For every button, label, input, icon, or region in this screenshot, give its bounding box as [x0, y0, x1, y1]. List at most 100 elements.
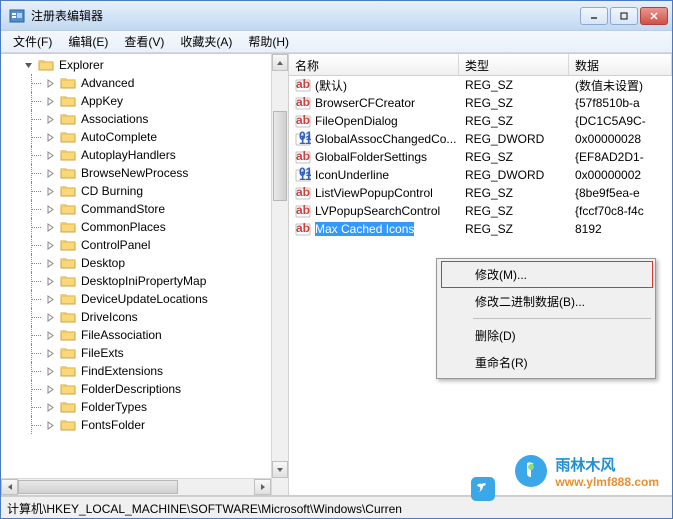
tree-node[interactable]: FolderDescriptions — [19, 380, 288, 398]
tree-label: CommandStore — [79, 202, 167, 216]
scroll-thumb-h[interactable] — [18, 480, 178, 494]
folder-icon — [60, 364, 76, 378]
tree-node[interactable]: Desktop — [19, 254, 288, 272]
tree-expand-icon[interactable] — [43, 202, 57, 216]
reg-sz-icon: ab — [295, 221, 311, 237]
menu-help[interactable]: 帮助(H) — [240, 31, 297, 52]
tree-expand-icon[interactable] — [43, 400, 57, 414]
reg-sz-icon: ab — [295, 185, 311, 201]
close-button[interactable] — [640, 7, 668, 25]
tree-node[interactable]: Associations — [19, 110, 288, 128]
tree-node[interactable]: FileAssociation — [19, 326, 288, 344]
tree-expand-icon[interactable] — [43, 292, 57, 306]
tree-node[interactable]: DesktopIniPropertyMap — [19, 272, 288, 290]
menu-file[interactable]: 文件(F) — [5, 31, 60, 52]
list-row[interactable]: abLVPopupSearchControlREG_SZ{fccf70c8-f4… — [289, 202, 672, 220]
tree-label: Desktop — [79, 256, 127, 270]
tree-expand-icon[interactable] — [43, 112, 57, 126]
tree-expand-icon[interactable] — [43, 94, 57, 108]
tree-node[interactable]: FileExts — [19, 344, 288, 362]
ctx-modify[interactable]: 修改(M)... — [441, 261, 653, 288]
folder-icon — [60, 238, 76, 252]
tree-expand-icon[interactable] — [43, 76, 57, 90]
tree-expand-icon[interactable] — [43, 184, 57, 198]
list-row[interactable]: abGlobalFolderSettingsREG_SZ{EF8AD2D1- — [289, 148, 672, 166]
scroll-left-button[interactable] — [1, 479, 18, 495]
column-header-name[interactable]: 名称 — [289, 54, 459, 75]
tree-node-root[interactable]: Explorer — [1, 56, 288, 74]
ctx-modify-binary[interactable]: 修改二进制数据(B)... — [441, 288, 653, 315]
tree-node[interactable]: Advanced — [19, 74, 288, 92]
tree-node[interactable]: AppKey — [19, 92, 288, 110]
folder-icon — [60, 112, 76, 126]
tree-panel[interactable]: Explorer AdvancedAppKeyAssociations AutoCo… — [1, 54, 289, 495]
value-name: GlobalAssocChangedCo... — [315, 132, 456, 146]
tree-expand-icon[interactable] — [43, 220, 57, 234]
tree-expand-icon[interactable] — [43, 256, 57, 270]
list-row[interactable]: 011110GlobalAssocChangedCo...REG_DWORD0x… — [289, 130, 672, 148]
tree-collapse-icon[interactable] — [21, 58, 35, 72]
ctx-delete[interactable]: 删除(D) — [441, 322, 653, 349]
list-row[interactable]: abFileOpenDialogREG_SZ{DC1C5A9C- — [289, 112, 672, 130]
menu-view[interactable]: 查看(V) — [116, 31, 172, 52]
list-row[interactable]: abListViewPopupControlREG_SZ{8be9f5ea-e — [289, 184, 672, 202]
minimize-button[interactable] — [580, 7, 608, 25]
tree-expand-icon[interactable] — [43, 238, 57, 252]
tree-node[interactable]: AutoComplete — [19, 128, 288, 146]
tree-label: ControlPanel — [79, 238, 152, 252]
tree-node[interactable]: DriveIcons — [19, 308, 288, 326]
tree-expand-icon[interactable] — [43, 328, 57, 342]
column-header-type[interactable]: 类型 — [459, 54, 569, 75]
tree-expand-icon[interactable] — [43, 364, 57, 378]
app-icon — [9, 8, 25, 24]
tree-scrollbar-v[interactable] — [271, 54, 288, 495]
tree-expand-icon[interactable] — [43, 130, 57, 144]
tree-node[interactable]: CommandStore — [19, 200, 288, 218]
column-header-data[interactable]: 数据 — [569, 54, 672, 75]
tree-node[interactable]: AutoplayHandlers — [19, 146, 288, 164]
tree-node[interactable]: ControlPanel — [19, 236, 288, 254]
svg-text:110: 110 — [299, 169, 311, 183]
list-row[interactable]: ab(默认)REG_SZ(数值未设置) — [289, 76, 672, 94]
tree-expand-icon[interactable] — [43, 148, 57, 162]
tree-node[interactable]: BrowseNewProcess — [19, 164, 288, 182]
watermark-logo-icon — [513, 453, 549, 489]
value-name: BrowserCFCreator — [315, 96, 415, 110]
menu-edit[interactable]: 编辑(E) — [60, 31, 116, 52]
scroll-thumb[interactable] — [273, 111, 287, 201]
svg-text:ab: ab — [296, 95, 310, 109]
value-type: REG_SZ — [459, 186, 569, 200]
tree-expand-icon[interactable] — [43, 346, 57, 360]
tree-node[interactable]: CD Burning — [19, 182, 288, 200]
tree-node[interactable]: CommonPlaces — [19, 218, 288, 236]
tree-node[interactable]: FindExtensions — [19, 362, 288, 380]
tree-scrollbar-h[interactable] — [1, 478, 271, 495]
tree-node[interactable]: DeviceUpdateLocations — [19, 290, 288, 308]
scroll-right-button[interactable] — [254, 479, 271, 495]
svg-text:ab: ab — [296, 221, 310, 235]
reg-sz-icon: ab — [295, 149, 311, 165]
tree-node[interactable]: FolderTypes — [19, 398, 288, 416]
tree-label: AutoComplete — [79, 130, 159, 144]
titlebar[interactable]: 注册表编辑器 — [1, 1, 672, 31]
tree-label: CD Burning — [79, 184, 145, 198]
list-row[interactable]: abMax Cached IconsREG_SZ8192 — [289, 220, 672, 238]
ctx-rename[interactable]: 重命名(R) — [441, 349, 653, 376]
value-type: REG_SZ — [459, 150, 569, 164]
tree-label: Explorer — [57, 58, 106, 72]
value-data: {57f8510b-a — [569, 96, 672, 110]
list-row[interactable]: 011110IconUnderlineREG_DWORD0x00000002 — [289, 166, 672, 184]
maximize-button[interactable] — [610, 7, 638, 25]
scroll-up-button[interactable] — [272, 54, 288, 71]
scroll-down-button[interactable] — [272, 461, 288, 478]
tree-node[interactable]: FontsFolder — [19, 416, 288, 434]
tree-expand-icon[interactable] — [43, 382, 57, 396]
tree-expand-icon[interactable] — [43, 166, 57, 180]
menu-favorites[interactable]: 收藏夹(A) — [172, 31, 240, 52]
tree-expand-icon[interactable] — [43, 418, 57, 432]
tree-expand-icon[interactable] — [43, 274, 57, 288]
list-row[interactable]: abBrowserCFCreatorREG_SZ{57f8510b-a — [289, 94, 672, 112]
tree-expand-icon[interactable] — [43, 310, 57, 324]
folder-icon — [60, 220, 76, 234]
value-name: ListViewPopupControl — [315, 186, 433, 200]
